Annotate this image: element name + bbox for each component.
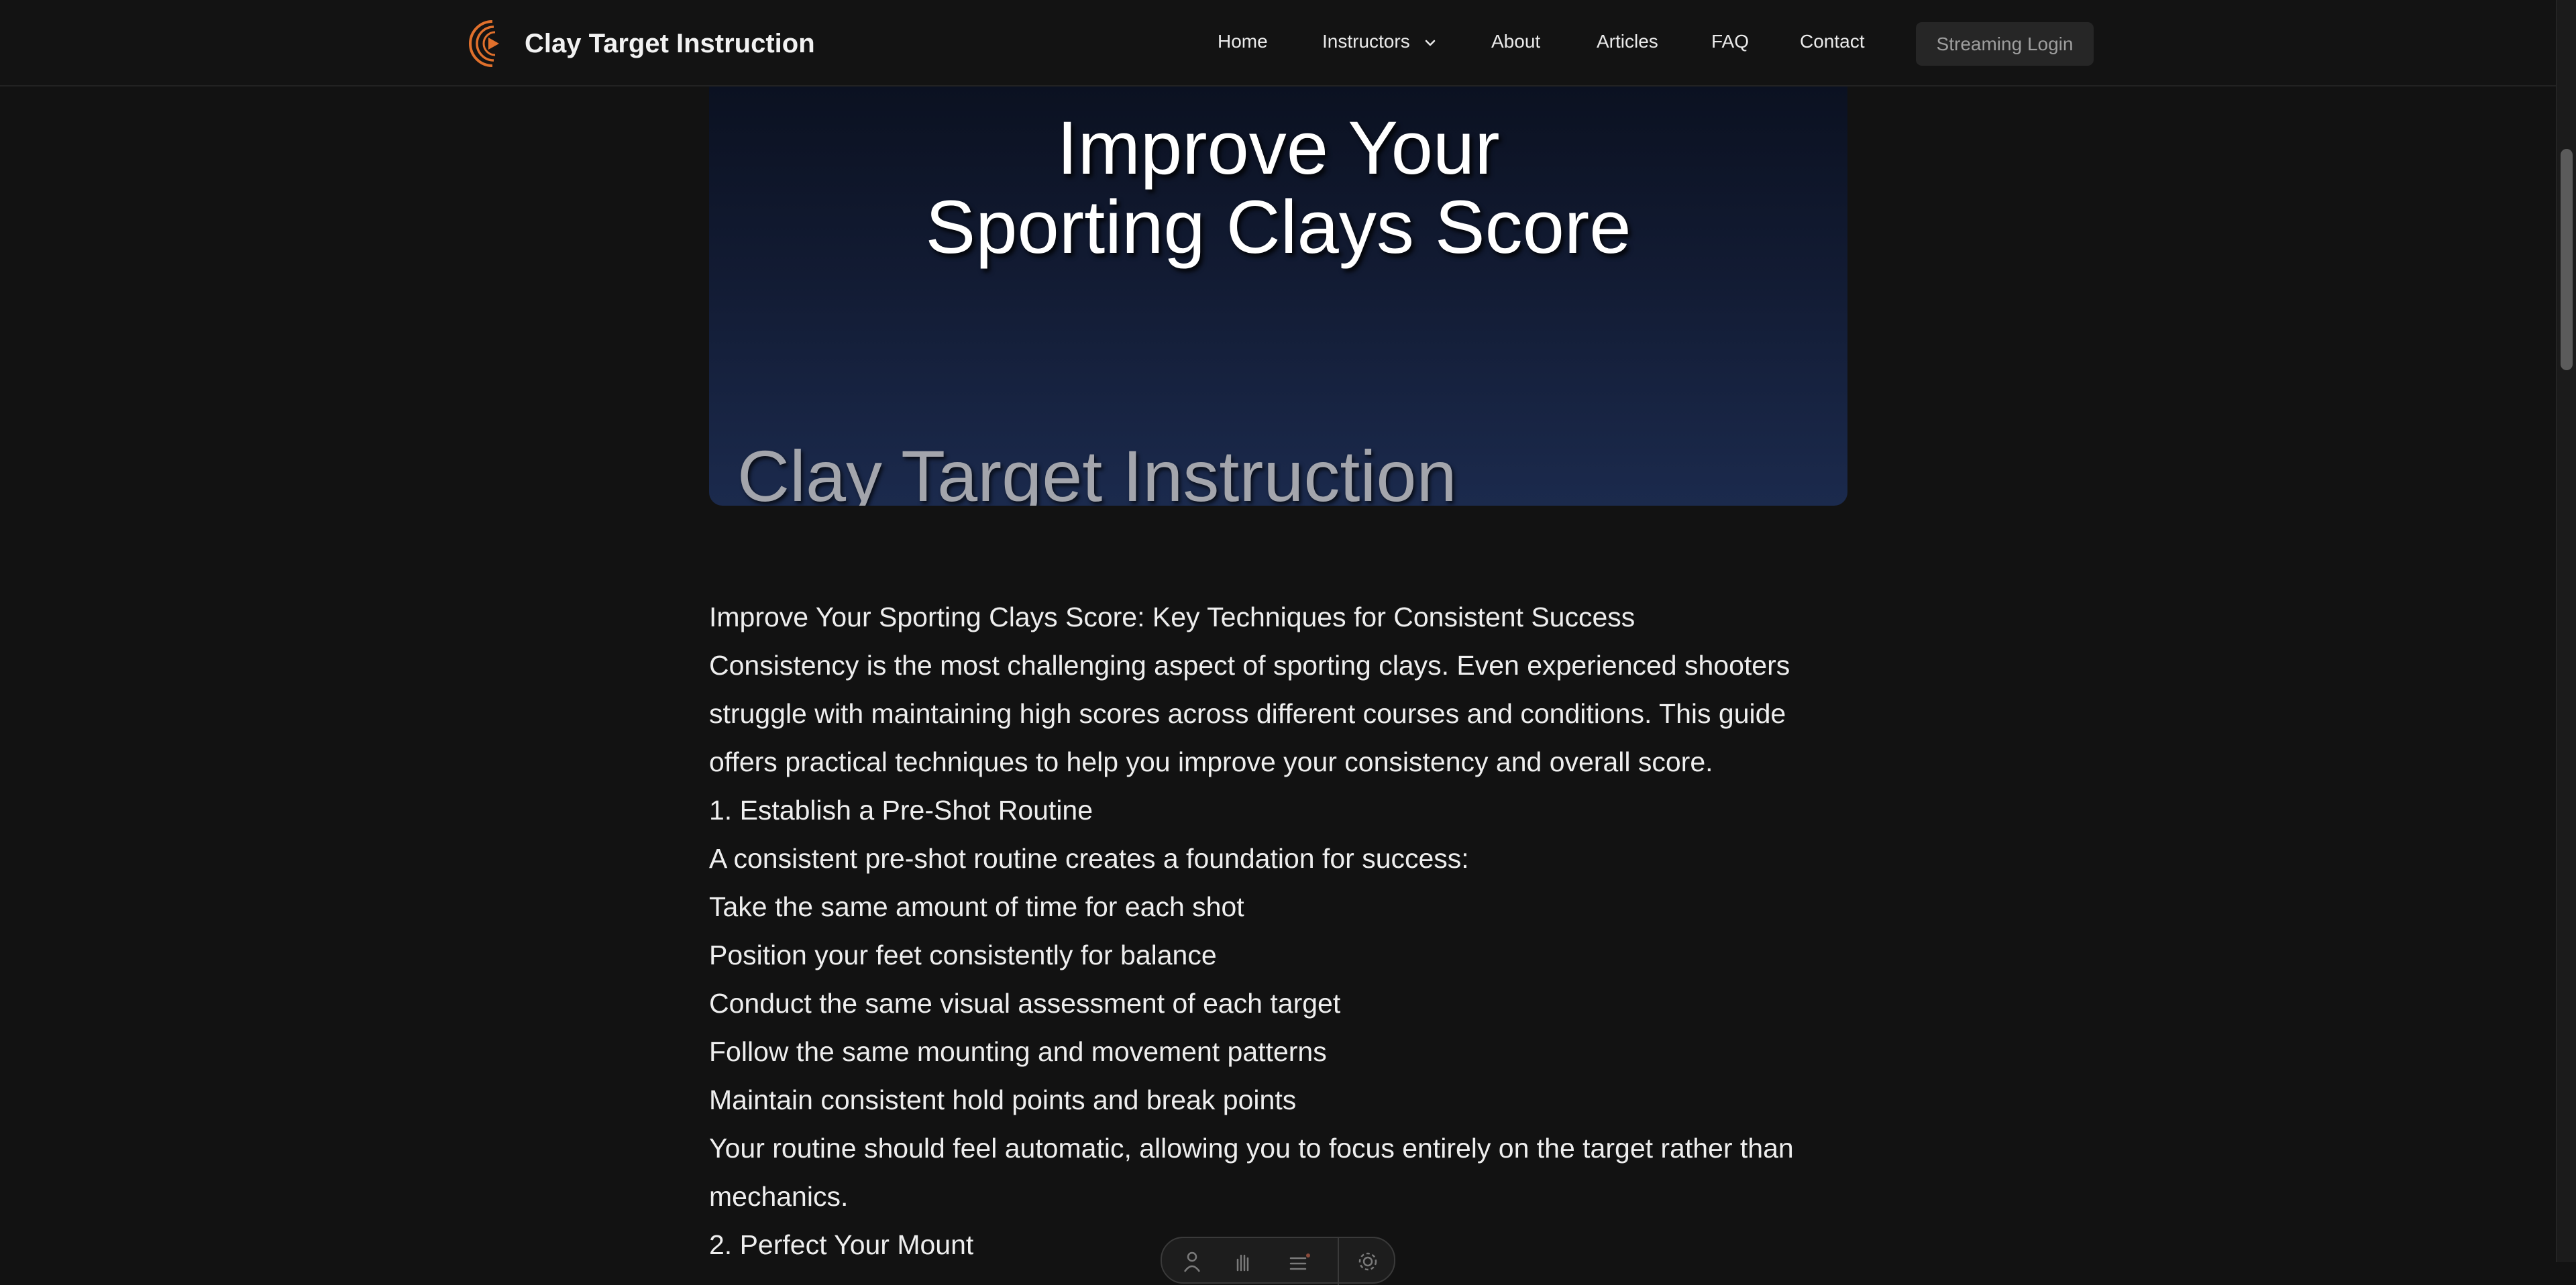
list-item: Maintain consistent hold points and brea…	[709, 1084, 1297, 1115]
article-paragraph: Your routine should feel automatic, allo…	[709, 1133, 1794, 1212]
list-item: Take the same amount of time for each sh…	[709, 891, 1244, 922]
article-heading: Improve Your Sporting Clays Score: Key T…	[709, 602, 1635, 632]
scrollbar-thumb[interactable]	[2561, 149, 2573, 370]
article-paragraph: Consistency is the most challenging aspe…	[709, 650, 1790, 777]
toolbar-divider	[1338, 1238, 1339, 1285]
top-navigation-bar: Clay Target Instruction Home Instructors…	[0, 0, 2556, 87]
list-item: Follow the same mounting and movement pa…	[709, 1036, 1327, 1067]
brand-logo-icon	[469, 20, 499, 67]
hero-title: Improve Your Sporting Clays Score	[709, 109, 1847, 267]
nav-home-link[interactable]: Home	[1218, 31, 1268, 52]
floating-toolbar	[1161, 1237, 1395, 1285]
nav-instructors-menu[interactable]: Instructors	[1322, 31, 1436, 52]
article-body: Improve Your Sporting Clays Score: Key T…	[709, 593, 1847, 1269]
streaming-login-button[interactable]: Streaming Login	[1916, 22, 2094, 66]
hero-title-line-1: Improve Your	[1057, 106, 1500, 190]
gear-icon[interactable]	[1356, 1250, 1379, 1273]
list-item: Position your feet consistently for bala…	[709, 940, 1217, 970]
streaming-login-label: Streaming Login	[1936, 33, 2074, 54]
site-name: Clay Target Instruction	[525, 28, 815, 58]
article-paragraph: A consistent pre-shot routine creates a …	[709, 843, 1469, 874]
person-icon[interactable]	[1181, 1250, 1203, 1273]
hand-icon[interactable]	[1232, 1250, 1254, 1273]
nav-about-link[interactable]: About	[1491, 31, 1540, 52]
hero-footer-text: Clay Target Instruction	[737, 435, 1457, 506]
list-item: Conduct the same visual assessment of ea…	[709, 988, 1341, 1019]
chevron-down-icon	[1426, 40, 1436, 46]
nav-contact-link[interactable]: Contact	[1800, 31, 1865, 52]
nav-articles-link[interactable]: Articles	[1597, 31, 1658, 52]
nav-instructors-label: Instructors	[1322, 31, 1410, 52]
hero-banner-image: Improve Your Sporting Clays Score Clay T…	[709, 87, 1847, 506]
page-scrollbar[interactable]	[2556, 0, 2576, 1262]
hero-title-line-2: Sporting Clays Score	[925, 185, 1631, 269]
nav-faq-link[interactable]: FAQ	[1711, 31, 1749, 52]
list-icon[interactable]	[1288, 1250, 1311, 1273]
section-heading: 1. Establish a Pre-Shot Routine	[709, 795, 1093, 826]
brand-home-link[interactable]: Clay Target Instruction	[466, 16, 815, 71]
